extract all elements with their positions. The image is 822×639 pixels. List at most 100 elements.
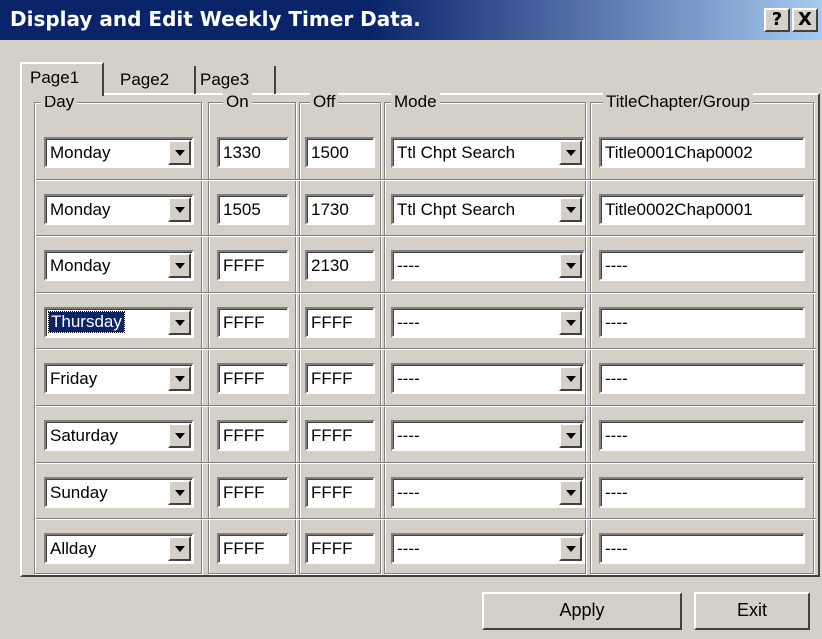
title-chapter-field[interactable]: ---- [599, 477, 805, 508]
title-chapter-field[interactable]: ---- [599, 533, 805, 564]
row-divider [36, 348, 816, 350]
dropdown-arrow-icon[interactable] [559, 310, 582, 335]
dropdown-arrow-icon[interactable] [168, 423, 191, 448]
mode-select-value: ---- [397, 539, 420, 558]
off-time-field[interactable]: FFFF [305, 307, 375, 338]
mode-select[interactable]: ---- [391, 533, 585, 564]
off-time-field[interactable]: FFFF [305, 533, 375, 564]
row-divider [36, 235, 816, 237]
day-select-value: Monday [50, 143, 111, 162]
timer-dialog: Display and Edit Weekly Timer Data. ? X … [0, 0, 822, 639]
on-time-field-value: FFFF [223, 426, 265, 445]
day-select[interactable]: Friday [44, 363, 194, 394]
mode-select[interactable]: ---- [391, 363, 585, 394]
tab-page2[interactable]: Page2 [112, 66, 196, 94]
title-chapter-field-value: Title0002Chap0001 [605, 200, 753, 219]
off-column-label: Off [310, 92, 339, 112]
off-time-field[interactable]: FFFF [305, 420, 375, 451]
title-chapter-field[interactable]: ---- [599, 307, 805, 338]
dropdown-arrow-icon[interactable] [168, 140, 191, 165]
day-select-value: Monday [50, 200, 111, 219]
mode-select[interactable]: ---- [391, 420, 585, 451]
off-time-field[interactable]: FFFF [305, 363, 375, 394]
off-time-field[interactable]: FFFF [305, 477, 375, 508]
dropdown-arrow-icon[interactable] [559, 197, 582, 222]
dropdown-arrow-icon[interactable] [559, 366, 582, 391]
mode-select-value: ---- [397, 426, 420, 445]
off-time-field-value: FFFF [311, 483, 353, 502]
day-select[interactable]: Monday [44, 250, 194, 281]
dropdown-arrow-icon[interactable] [559, 480, 582, 505]
title-chapter-field[interactable]: ---- [599, 420, 805, 451]
tab-page3[interactable]: Page3 [192, 66, 276, 94]
mode-select-value: ---- [397, 256, 420, 275]
dropdown-arrow-icon[interactable] [168, 480, 191, 505]
on-time-field[interactable]: FFFF [217, 307, 289, 338]
dropdown-arrow-icon[interactable] [168, 253, 191, 278]
on-time-field-value: FFFF [223, 369, 265, 388]
on-time-field[interactable]: FFFF [217, 363, 289, 394]
on-time-field-value: FFFF [223, 256, 265, 275]
row-divider [36, 292, 816, 294]
exit-button[interactable]: Exit [694, 592, 810, 630]
window-title: Display and Edit Weekly Timer Data. [10, 7, 421, 31]
on-time-field[interactable]: FFFF [217, 250, 289, 281]
off-time-field-value: 2130 [311, 256, 349, 275]
on-column-label: On [223, 92, 252, 112]
day-select-value: Saturday [50, 426, 119, 445]
title-column-label: TitleChapter/Group [603, 92, 753, 112]
dropdown-arrow-icon[interactable] [168, 366, 191, 391]
apply-button[interactable]: Apply [482, 592, 682, 630]
on-time-field[interactable]: 1330 [217, 137, 289, 168]
day-select[interactable]: Thursday [44, 307, 194, 338]
mode-select[interactable]: ---- [391, 250, 585, 281]
on-time-field-value: 1330 [223, 143, 261, 162]
on-time-field-value: FFFF [223, 313, 265, 332]
mode-select-value: ---- [397, 313, 420, 332]
day-select[interactable]: Monday [44, 194, 194, 225]
day-select[interactable]: Monday [44, 137, 194, 168]
title-chapter-field-value: Title0001Chap0002 [605, 143, 753, 162]
mode-select[interactable]: Ttl Chpt Search [391, 137, 585, 168]
title-chapter-field[interactable]: Title0001Chap0002 [599, 137, 805, 168]
mode-select[interactable]: ---- [391, 477, 585, 508]
day-select-value: Thursday [48, 311, 125, 333]
off-time-field[interactable]: 2130 [305, 250, 375, 281]
dropdown-arrow-icon[interactable] [559, 253, 582, 278]
tab-page1[interactable]: Page1 [20, 62, 104, 96]
off-time-field[interactable]: 1730 [305, 194, 375, 225]
on-time-field-value: FFFF [223, 539, 265, 558]
on-time-field[interactable]: FFFF [217, 533, 289, 564]
dropdown-arrow-icon[interactable] [559, 140, 582, 165]
day-select[interactable]: Allday [44, 533, 194, 564]
day-select[interactable]: Sunday [44, 477, 194, 508]
on-time-field[interactable]: FFFF [217, 477, 289, 508]
title-bar[interactable]: Display and Edit Weekly Timer Data. ? X [0, 0, 822, 40]
on-time-field[interactable]: 1505 [217, 194, 289, 225]
mode-select-value: ---- [397, 369, 420, 388]
dropdown-arrow-icon[interactable] [559, 423, 582, 448]
close-button[interactable]: X [792, 8, 818, 32]
dropdown-arrow-icon[interactable] [559, 536, 582, 561]
dropdown-arrow-icon[interactable] [168, 197, 191, 222]
title-chapter-field-value: ---- [605, 313, 628, 332]
dropdown-arrow-icon[interactable] [168, 536, 191, 561]
mode-select[interactable]: Ttl Chpt Search [391, 194, 585, 225]
help-button[interactable]: ? [764, 8, 790, 32]
mode-select[interactable]: ---- [391, 307, 585, 338]
day-select-value: Monday [50, 256, 111, 275]
day-select[interactable]: Saturday [44, 420, 194, 451]
off-time-field[interactable]: 1500 [305, 137, 375, 168]
on-time-field[interactable]: FFFF [217, 420, 289, 451]
title-chapter-field[interactable]: Title0002Chap0001 [599, 194, 805, 225]
title-chapter-field[interactable]: ---- [599, 250, 805, 281]
off-time-field-value: 1500 [311, 143, 349, 162]
title-chapter-field-value: ---- [605, 369, 628, 388]
day-select-value: Friday [50, 369, 98, 388]
day-select-value: Allday [50, 539, 97, 558]
dropdown-arrow-icon[interactable] [168, 310, 191, 335]
day-select-value: Sunday [50, 483, 108, 502]
off-time-field-value: 1730 [311, 200, 349, 219]
title-chapter-field[interactable]: ---- [599, 363, 805, 394]
on-time-field-value: FFFF [223, 483, 265, 502]
